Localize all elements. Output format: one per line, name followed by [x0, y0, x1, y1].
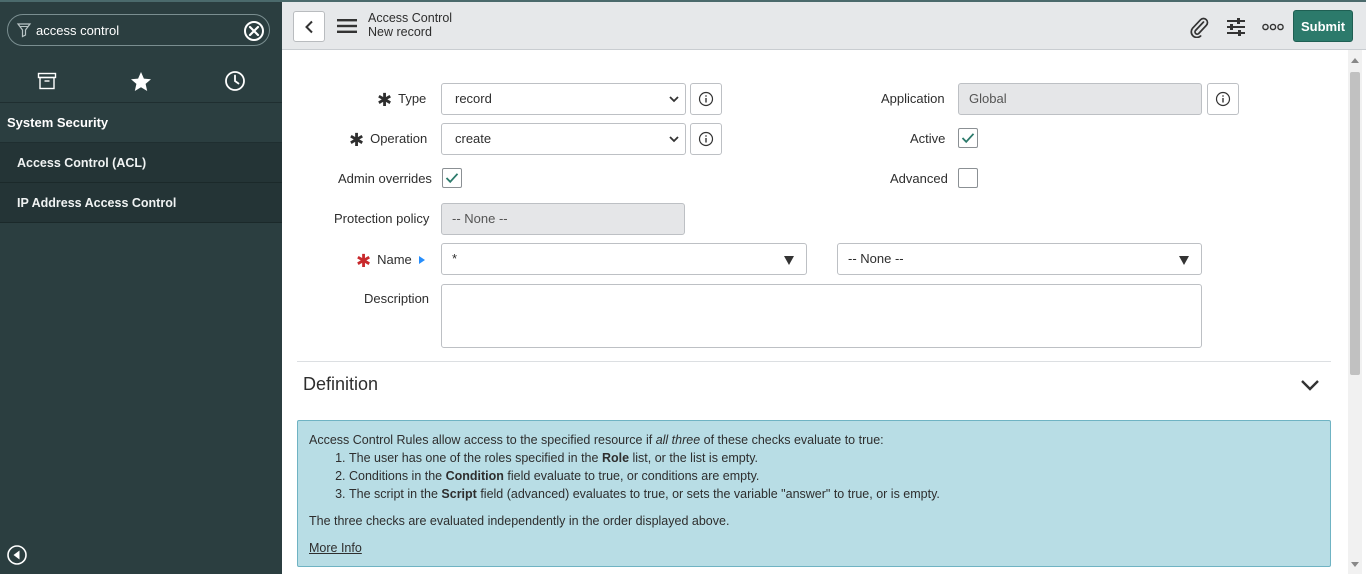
type-info-button[interactable] — [690, 83, 722, 115]
navigator-tabs — [0, 60, 282, 103]
filter-icon — [16, 23, 32, 38]
operation-select[interactable]: create — [441, 123, 686, 155]
description-label: Description — [364, 291, 430, 306]
list-item: The script in the Script field (advanced… — [349, 485, 1319, 503]
paperclip-icon — [1190, 17, 1209, 38]
required-icon: ✱ — [377, 90, 393, 110]
more-horizontal-icon — [1262, 23, 1284, 31]
list-item: The user has one of the roles specified … — [349, 449, 1319, 467]
info-icon — [1215, 91, 1231, 107]
form-area: Access Control New record Submit ✱ Type … — [282, 0, 1366, 574]
archive-icon — [37, 72, 57, 90]
info-summary: The three checks are evaluated independe… — [309, 514, 730, 528]
admin-overrides-label: Admin overrides — [338, 171, 432, 186]
info-icon — [698, 91, 714, 107]
list-item: Conditions in the Condition field evalua… — [349, 467, 1319, 485]
navigator-filter — [7, 14, 270, 46]
active-checkbox[interactable] — [958, 128, 978, 148]
info-list: The user has one of the roles specified … — [309, 449, 1319, 503]
section-title: Definition — [303, 374, 379, 394]
chevron-down-icon — [669, 136, 679, 143]
name-table-select[interactable]: * — [441, 243, 807, 275]
name-label: ✱ Name — [356, 251, 426, 272]
form-header: Access Control New record Submit — [282, 0, 1366, 50]
tab-history[interactable] — [188, 60, 282, 102]
active-label: Active — [910, 131, 946, 146]
dropdown-arrow-icon — [784, 256, 794, 265]
nav-module-ip-address-access-control[interactable]: IP Address Access Control — [0, 183, 282, 223]
application-label: Application — [881, 91, 945, 106]
navigator-filter-input[interactable] — [36, 20, 236, 40]
vertical-scrollbar[interactable] — [1348, 50, 1362, 574]
application-info-button[interactable] — [1207, 83, 1239, 115]
back-button[interactable] — [293, 11, 325, 42]
checkmark-icon — [961, 133, 975, 144]
clock-icon — [225, 71, 245, 91]
chevron-left-icon — [305, 20, 313, 33]
type-label: ✱ Type — [377, 90, 427, 110]
sliders-icon — [1227, 18, 1245, 36]
scroll-down-arrow[interactable] — [1351, 562, 1359, 567]
required-icon: ✱ — [356, 251, 372, 271]
form-title: Access Control New record — [368, 11, 452, 39]
page-subtitle: New record — [368, 25, 432, 39]
scroll-up-arrow[interactable] — [1351, 58, 1359, 63]
chevron-down-icon — [669, 96, 679, 103]
dropdown-arrow-icon — [1179, 256, 1189, 265]
type-select[interactable]: record — [441, 83, 686, 115]
attachment-button[interactable] — [1186, 14, 1212, 40]
definition-section-header: Definition — [297, 361, 1331, 407]
scrollbar-thumb[interactable] — [1350, 72, 1360, 375]
description-textarea[interactable] — [441, 284, 1202, 348]
info-icon — [698, 131, 714, 147]
protection-policy-label: Protection policy — [334, 211, 430, 226]
page-title: Access Control — [368, 11, 453, 25]
application-navigator: System Security Access Control (ACL) IP … — [0, 0, 282, 574]
advanced-label: Advanced — [890, 171, 948, 186]
operation-info-button[interactable] — [690, 123, 722, 155]
context-menu-icon[interactable] — [336, 16, 358, 36]
clear-filter-icon[interactable] — [243, 20, 265, 42]
navigator-list: System Security Access Control (ACL) IP … — [0, 103, 282, 223]
chevron-down-icon[interactable] — [1299, 374, 1321, 396]
name-field-select[interactable]: -- None -- — [837, 243, 1202, 275]
admin-overrides-checkbox[interactable] — [442, 168, 462, 188]
advanced-checkbox[interactable] — [958, 168, 978, 188]
more-info-link[interactable]: More Info — [309, 541, 362, 555]
star-icon — [131, 71, 151, 91]
submit-button[interactable]: Submit — [1293, 10, 1353, 42]
personalize-form-button[interactable] — [1223, 14, 1249, 40]
tab-favorites[interactable] — [94, 60, 188, 102]
application-field: Global — [958, 83, 1202, 115]
nav-group-system-security[interactable]: System Security — [0, 103, 282, 143]
caret-right-icon[interactable] — [418, 255, 426, 265]
checkmark-icon — [445, 173, 459, 184]
protection-policy-field: -- None -- — [441, 203, 685, 235]
more-options-button[interactable] — [1260, 14, 1286, 40]
required-icon: ✱ — [349, 130, 365, 150]
definition-info-box: Access Control Rules allow access to the… — [297, 420, 1331, 567]
collapse-navigator-icon[interactable] — [6, 544, 28, 566]
operation-label: ✱ Operation — [349, 130, 428, 150]
nav-module-access-control-acl[interactable]: Access Control (ACL) — [0, 143, 282, 183]
tab-all-applications[interactable] — [0, 60, 94, 102]
info-intro: Access Control Rules allow access to the… — [309, 433, 884, 447]
